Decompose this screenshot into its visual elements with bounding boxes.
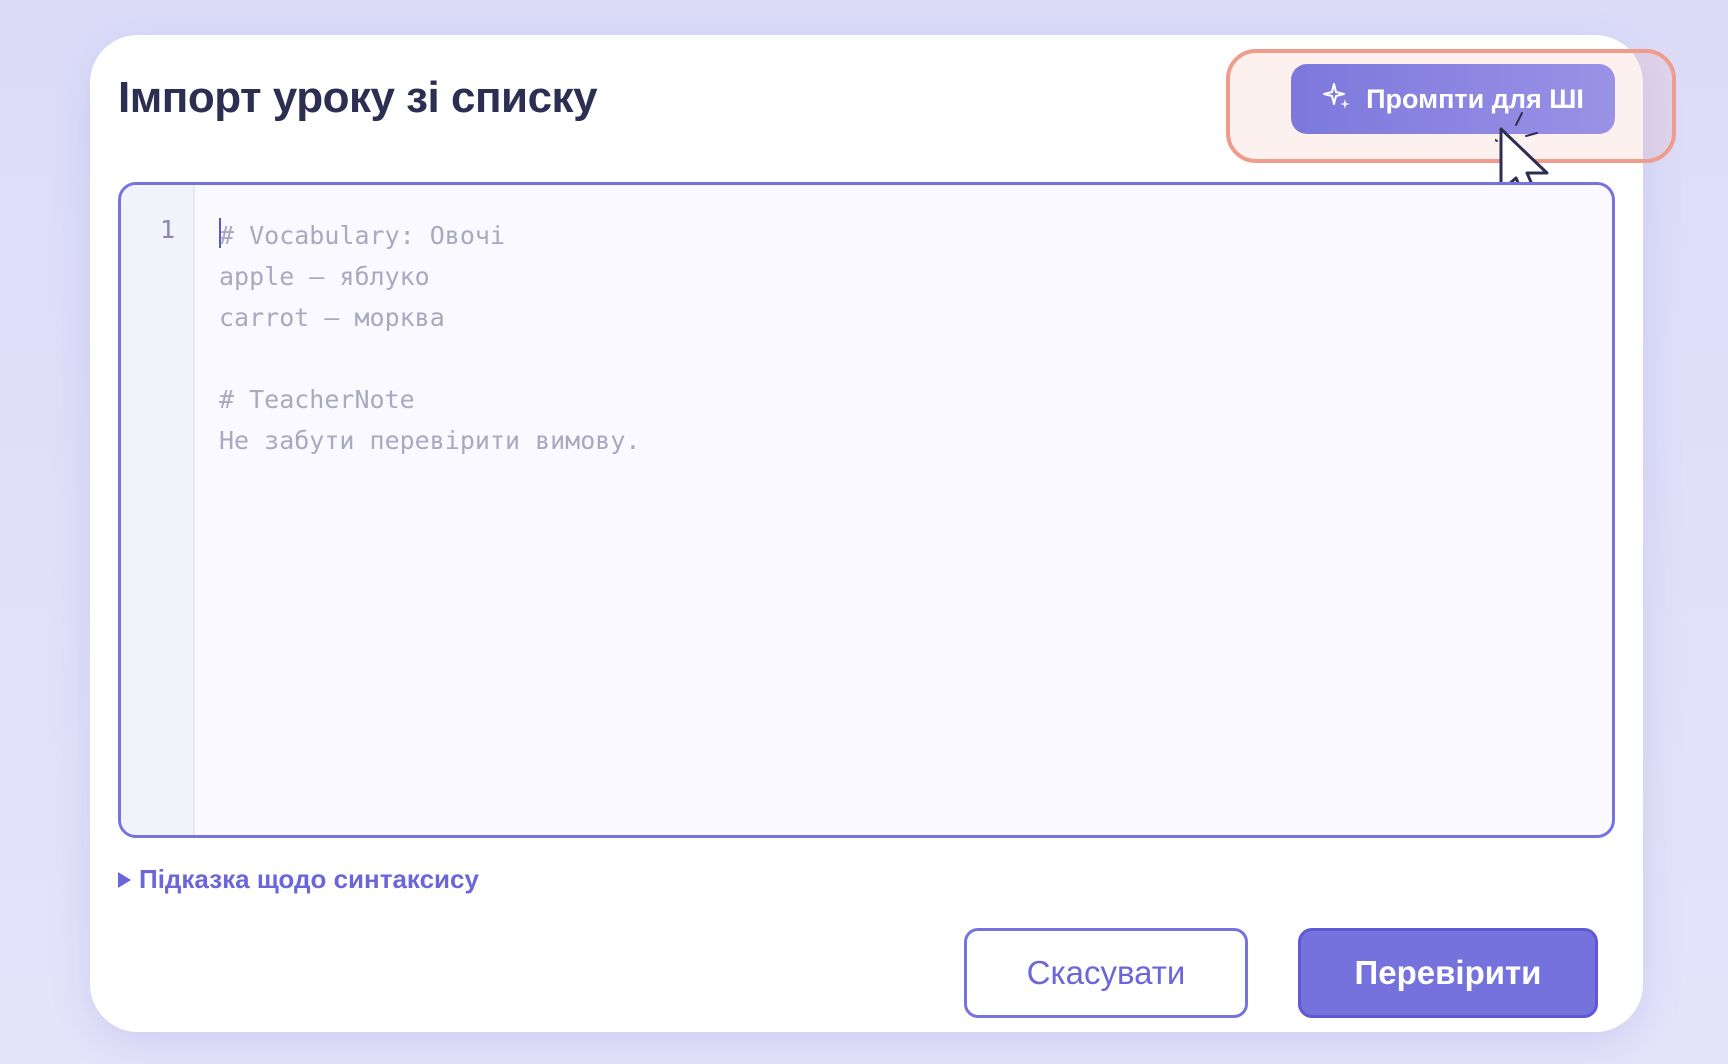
syntax-hint-label: Підказка щодо синтаксису: [139, 864, 479, 894]
cancel-button[interactable]: Скасувати: [964, 928, 1248, 1018]
line-number-gutter: 1: [121, 185, 195, 835]
code-line: carrot — морква: [219, 303, 445, 332]
check-button[interactable]: Перевірити: [1298, 928, 1598, 1018]
sparkle-icon: [1322, 81, 1352, 118]
import-dialog: Імпорт уроку зі списку Промпти для ШІ 1: [90, 35, 1676, 1032]
code-line: # TeacherNote: [219, 385, 415, 414]
code-area[interactable]: # Vocabulary: Овочі apple — яблуко carro…: [195, 185, 1612, 835]
triangle-right-icon: [118, 871, 131, 888]
code-line: apple — яблуко: [219, 262, 430, 291]
line-number: 1: [159, 215, 175, 244]
code-line: Не забути перевірити вимову.: [219, 426, 641, 455]
syntax-hint-toggle[interactable]: Підказка щодо синтаксису: [118, 864, 479, 895]
code-editor[interactable]: 1 # Vocabulary: Овочі apple — яблуко car…: [118, 182, 1615, 838]
text-caret: [219, 218, 221, 248]
dialog-title: Імпорт уроку зі списку: [118, 73, 598, 122]
code-line: # Vocabulary: Овочі: [219, 221, 505, 250]
